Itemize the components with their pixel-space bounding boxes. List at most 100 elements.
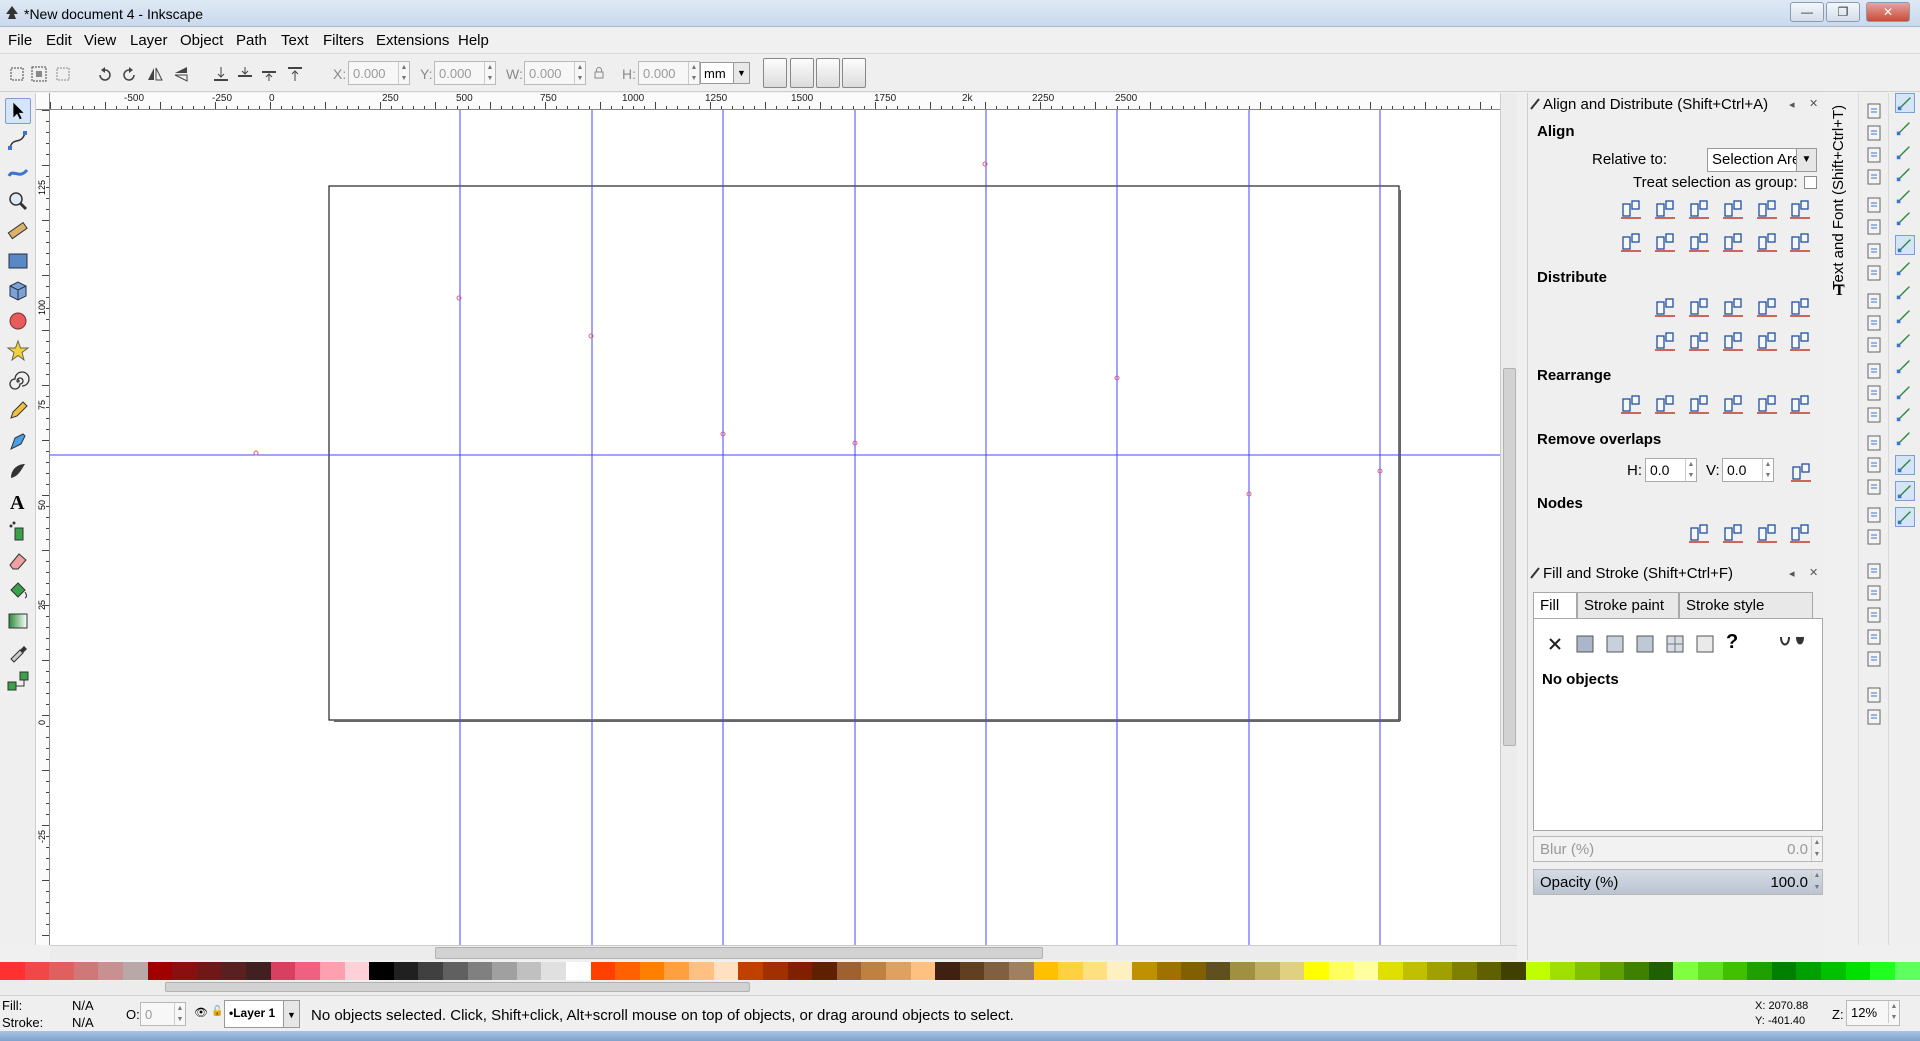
palette-swatch[interactable] — [1845, 962, 1871, 980]
3d-box-tool[interactable] — [5, 278, 31, 304]
palette-swatch[interactable] — [393, 962, 419, 980]
palette-swatch[interactable] — [1550, 962, 1575, 980]
tab-stroke-style[interactable]: Stroke style — [1679, 592, 1813, 618]
undo-icon[interactable] — [1864, 241, 1884, 261]
palette-swatch[interactable] — [1205, 962, 1231, 980]
relative-to-select[interactable]: Selection Area ▼ — [1707, 148, 1817, 172]
cut-icon[interactable] — [1864, 313, 1884, 333]
no-paint-icon[interactable] — [1544, 633, 1566, 655]
text-font-side-tab[interactable]: Text and Font (Shift+Ctrl+T) — [1830, 105, 1847, 290]
palette-swatch[interactable] — [1279, 962, 1305, 980]
radial-gradient-icon[interactable] — [1634, 633, 1656, 655]
fill-panel-close-button[interactable]: ✕ — [1809, 566, 1818, 579]
snap-page-border-icon[interactable] — [1895, 455, 1915, 475]
select-all-layers-icon[interactable] — [30, 65, 48, 83]
canvas-horizontal-scrollbar[interactable] — [50, 945, 1517, 960]
menu-file[interactable]: File — [8, 32, 32, 49]
opacity-status-stepper[interactable]: ▲ ▼ — [174, 1003, 185, 1025]
eraser-tool[interactable] — [5, 548, 31, 574]
menu-view[interactable]: View — [84, 32, 116, 49]
linear-gradient-icon[interactable] — [1604, 633, 1626, 655]
snap-nodes-icon[interactable] — [1895, 235, 1915, 255]
menu-extensions[interactable]: Extensions — [376, 32, 449, 49]
minimize-button[interactable]: — — [1790, 2, 1824, 22]
palette-swatch[interactable] — [787, 962, 813, 980]
palette-swatch[interactable] — [1304, 962, 1329, 980]
maximize-button[interactable]: ❐ — [1826, 2, 1860, 22]
layer-lock-icon[interactable]: 🔓 — [211, 1006, 223, 1017]
align-left-edge-to-right-icon[interactable] — [1754, 196, 1780, 222]
opacity-slider[interactable]: Opacity (%) 100.0 ▲ ▼ — [1533, 869, 1823, 895]
unlink-clone-icon[interactable] — [1864, 477, 1884, 497]
tab-stroke-paint[interactable]: Stroke paint — [1577, 592, 1679, 618]
exchange-positions-z-icon[interactable] — [1686, 391, 1712, 417]
print-icon[interactable] — [1864, 167, 1884, 187]
unit-select[interactable]: mm ▼ — [700, 62, 750, 84]
unset-paint-button[interactable]: ? — [1726, 631, 1738, 654]
palette-swatch[interactable] — [1181, 962, 1206, 980]
panel-iconify-button[interactable]: ◂ — [1789, 98, 1795, 111]
w-stepper[interactable]: ▲ ▼ — [574, 62, 585, 84]
palette-swatch[interactable] — [1894, 962, 1920, 980]
preferences-icon[interactable] — [1864, 685, 1884, 705]
document-properties-icon[interactable] — [1864, 707, 1884, 727]
horizontal-scroll-thumb[interactable] — [435, 947, 1043, 959]
fill-rule-evenodd-icon[interactable] — [1779, 635, 1791, 649]
palette-swatch[interactable] — [1156, 962, 1182, 980]
palette-swatch[interactable] — [812, 962, 837, 980]
raise-icon[interactable] — [260, 65, 278, 83]
group-icon[interactable] — [1864, 505, 1884, 525]
ellipse-tool[interactable] — [5, 308, 31, 334]
paste-icon[interactable] — [1864, 335, 1884, 355]
palette-swatch[interactable] — [1624, 962, 1649, 980]
palette-swatch[interactable] — [49, 962, 74, 980]
palette-swatch[interactable] — [1082, 962, 1108, 980]
center-vertical-axis-icon[interactable] — [1686, 196, 1712, 222]
palette-swatch[interactable] — [1058, 962, 1083, 980]
palette-swatch[interactable] — [1673, 962, 1699, 980]
palette-swatch[interactable] — [1648, 962, 1674, 980]
unclump-icon[interactable] — [1787, 391, 1813, 417]
snap-bbox-corners-icon[interactable] — [1895, 165, 1915, 185]
select-all-icon[interactable] — [8, 65, 26, 83]
palette-swatch[interactable] — [1501, 962, 1526, 980]
measure-tool[interactable] — [5, 218, 31, 244]
drawing-canvas[interactable] — [50, 110, 1500, 945]
align-nodes-vertical-icon[interactable] — [1720, 520, 1746, 546]
export-icon[interactable] — [1864, 217, 1884, 237]
lock-icon[interactable] — [592, 66, 606, 80]
remove-overlaps-icon[interactable] — [1788, 459, 1814, 485]
import-icon[interactable] — [1864, 195, 1884, 215]
zoom-input[interactable]: 12% ▲ ▼ — [1846, 1000, 1900, 1026]
treat-as-group-checkbox[interactable] — [1804, 176, 1817, 189]
align-top-to-bottom-icon[interactable] — [1754, 229, 1780, 255]
lower-to-bottom-icon[interactable] — [212, 65, 230, 83]
snap-guides-icon[interactable] — [1895, 507, 1915, 527]
align-right-edges-icon[interactable] — [1720, 196, 1746, 222]
align-nodes-horizontal-icon[interactable] — [1686, 520, 1712, 546]
palette-swatch[interactable] — [713, 962, 739, 980]
lower-icon[interactable] — [236, 65, 254, 83]
canvas-vertical-scrollbar[interactable] — [1500, 93, 1517, 945]
distribute-left-edges-icon[interactable] — [1652, 294, 1678, 320]
new-document-icon[interactable] — [1864, 101, 1884, 121]
redo-icon[interactable] — [1864, 263, 1884, 283]
snap-bbox-edges-icon[interactable] — [1895, 143, 1915, 163]
palette-swatch[interactable] — [1230, 962, 1256, 980]
snap-rotation-centers-icon[interactable] — [1895, 405, 1915, 425]
palette-swatch[interactable] — [1771, 962, 1797, 980]
palette-swatch[interactable] — [590, 962, 616, 980]
exchange-positions-clockwise-icon[interactable] — [1720, 391, 1746, 417]
palette-swatch[interactable] — [959, 962, 985, 980]
palette-swatch[interactable] — [738, 962, 763, 980]
palette-swatch[interactable] — [935, 962, 960, 980]
tab-fill[interactable]: Fill — [1533, 592, 1577, 619]
opacity-status-input[interactable]: 0 ▲ ▼ — [140, 1002, 186, 1026]
menu-filters[interactable]: Filters — [323, 32, 364, 49]
palette-swatch[interactable] — [1132, 962, 1157, 980]
palette-swatch[interactable] — [24, 962, 50, 980]
swatch-icon[interactable] — [1694, 633, 1716, 655]
snap-intersections-icon[interactable] — [1895, 283, 1915, 303]
palette-swatch[interactable] — [762, 962, 788, 980]
palette-swatch[interactable] — [861, 962, 886, 980]
